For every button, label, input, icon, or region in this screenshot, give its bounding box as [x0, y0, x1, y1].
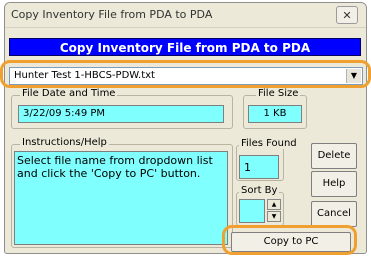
spin-up-icon[interactable]: ▲: [267, 199, 281, 210]
chevron-down-icon[interactable]: ▼: [346, 69, 361, 83]
file-size-field: 1 KB: [248, 105, 302, 123]
instructions-label: Instructions/Help: [20, 137, 109, 148]
file-date-group: File Date and Time 3/22/09 5:49 PM: [11, 88, 233, 129]
sort-by-group: Sort By ▲ ▼: [236, 185, 284, 226]
help-button[interactable]: Help: [311, 171, 357, 197]
instructions-text: Select file name from dropdown list and …: [17, 154, 213, 180]
spin-down-icon[interactable]: ▼: [267, 211, 281, 222]
title-bar[interactable]: Copy Inventory File from PDA to PDA ✕: [5, 3, 366, 28]
files-found-group: Files Found 1: [236, 138, 299, 181]
close-button[interactable]: ✕: [336, 6, 358, 24]
close-icon: ✕: [342, 9, 352, 22]
window-title: Copy Inventory File from PDA to PDA: [11, 8, 213, 21]
file-date-label: File Date and Time: [20, 88, 118, 99]
file-date-field: 3/22/09 5:49 PM: [18, 105, 224, 123]
files-found-label: Files Found: [239, 138, 299, 149]
instructions-group: Instructions/Help Select file name from …: [11, 137, 233, 248]
file-select-value: Hunter Test 1-HBCS-PDW.txt: [14, 70, 155, 81]
file-size-label: File Size: [256, 88, 301, 99]
cancel-button[interactable]: Cancel: [311, 201, 357, 227]
file-select-dropdown[interactable]: Hunter Test 1-HBCS-PDW.txt ▼: [9, 67, 363, 85]
copy-to-pc-button[interactable]: Copy to PC: [231, 232, 351, 252]
instructions-panel: Select file name from dropdown list and …: [14, 151, 228, 245]
file-size-group: File Size 1 KB: [243, 88, 307, 129]
sort-by-field[interactable]: [239, 199, 265, 223]
sort-by-label: Sort By: [239, 185, 280, 196]
delete-button[interactable]: Delete: [311, 143, 357, 169]
banner-heading: Copy Inventory File from PDA to PDA: [9, 38, 361, 56]
files-found-field: 1: [239, 155, 279, 179]
dialog-window: Copy Inventory File from PDA to PDA ✕ Co…: [4, 2, 367, 254]
